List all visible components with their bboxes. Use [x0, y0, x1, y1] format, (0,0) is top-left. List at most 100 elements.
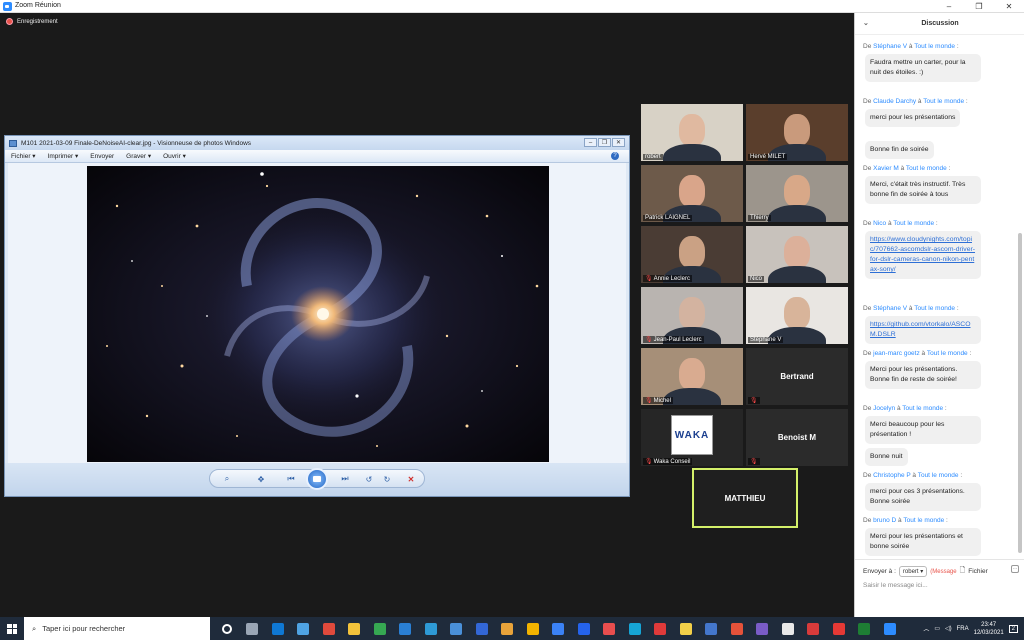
taskbar-app-icon[interactable] — [648, 617, 674, 640]
chat-recipient[interactable]: Tout le monde — [927, 350, 968, 357]
delete-icon[interactable]: ✕ — [404, 473, 418, 485]
language-indicator[interactable]: FRA — [957, 626, 969, 632]
taskbar-search[interactable]: ⌕ Taper ici pour rechercher — [24, 617, 210, 640]
chat-sender[interactable]: Jocelyn — [873, 405, 895, 412]
participant-tile[interactable]: Stéphane V — [746, 287, 848, 344]
taskbar-app-icon[interactable] — [546, 617, 572, 640]
taskbar-app-icon[interactable] — [699, 617, 725, 640]
recording-indicator[interactable]: Enregistrement — [6, 18, 58, 25]
rotate-left-icon[interactable]: ↺ — [362, 473, 376, 485]
taskbar-app-icon[interactable] — [291, 617, 317, 640]
taskbar-app-icon[interactable] — [877, 617, 903, 640]
chat-recipient[interactable]: Tout le monde — [902, 405, 943, 412]
participant-tile[interactable]: Nico — [746, 226, 848, 283]
viewer-minimize-button[interactable]: – — [584, 138, 597, 147]
taskbar-app-icon[interactable] — [342, 617, 368, 640]
chat-link[interactable]: https://www.cloudynights.com/topic/70766… — [870, 236, 975, 273]
network-icon[interactable]: ▭ — [934, 625, 940, 632]
chat-recipient[interactable]: Tout le monde — [914, 305, 955, 312]
participant-tile[interactable]: MATTHIEU — [692, 468, 798, 528]
start-button[interactable] — [0, 617, 24, 640]
taskbar-app-icon[interactable] — [775, 617, 801, 640]
recipient-select[interactable]: robert ▾ — [898, 566, 928, 577]
next-icon[interactable]: ⏭ — [338, 473, 352, 485]
menu-envoyer[interactable]: Envoyer — [90, 153, 114, 160]
participant-display-name: MATTHIEU — [724, 493, 766, 503]
fit-window-icon[interactable]: ✥ — [254, 473, 268, 485]
chat-sender[interactable]: Christophe P — [873, 472, 910, 479]
maximize-button[interactable]: ❐ — [964, 0, 994, 13]
participant-tile[interactable]: Patrick LAIGNEL — [641, 165, 743, 222]
chat-link[interactable]: https://github.com/vtorkalo/ASCOM.DSLR — [870, 321, 971, 338]
participant-tile[interactable]: Hervé MILET — [746, 104, 848, 161]
taskbar-app-icon[interactable] — [316, 617, 342, 640]
taskbar-app-icon[interactable] — [724, 617, 750, 640]
chat-recipient[interactable]: Tout le monde — [893, 220, 934, 227]
taskbar-app-icon[interactable] — [597, 617, 623, 640]
participant-tile[interactable]: robert — [641, 104, 743, 161]
taskbar-app-icon[interactable] — [444, 617, 470, 640]
chat-scrollbar[interactable] — [1018, 233, 1022, 553]
chat-sender[interactable]: bruno D — [873, 517, 896, 524]
taskbar-app-icon[interactable] — [826, 617, 852, 640]
viewer-close-button[interactable]: ✕ — [612, 138, 625, 147]
taskbar-app-icon[interactable] — [469, 617, 495, 640]
file-icon[interactable]: 🗋 — [960, 566, 966, 577]
participant-tile[interactable]: Bertrand 🎙 — [746, 348, 848, 405]
rotate-right-icon[interactable]: ↻ — [380, 473, 394, 485]
taskbar-app-icon[interactable] — [673, 617, 699, 640]
taskbar-app-icon[interactable] — [265, 617, 291, 640]
chat-recipient[interactable]: Tout le monde — [906, 165, 947, 172]
taskbar-app-icon[interactable] — [240, 617, 266, 640]
chat-input[interactable]: Saisir le message ici... — [863, 582, 928, 589]
chat-sender[interactable]: Stéphane V — [873, 43, 907, 50]
taskbar-app-icon[interactable] — [393, 617, 419, 640]
menu-graver[interactable]: Graver ▾ — [126, 152, 151, 160]
menu-fichier[interactable]: Fichier ▾ — [11, 152, 36, 160]
menu-ouvrir[interactable]: Ouvrir ▾ — [163, 152, 186, 160]
chat-header-text: De — [863, 165, 874, 172]
chat-sender[interactable]: Claude Darchy — [873, 98, 916, 105]
participant-tile[interactable]: 🎙 Michel — [641, 348, 743, 405]
notification-icon[interactable]: 2 — [1008, 624, 1018, 633]
previous-icon[interactable]: ⏮ — [284, 473, 298, 485]
taskbar-app-icon[interactable] — [495, 617, 521, 640]
viewer-maximize-button[interactable]: ❐ — [598, 138, 611, 147]
tray-chevron-icon[interactable]: ︿ — [923, 624, 929, 633]
menu-imprimer[interactable]: Imprimer ▾ — [48, 152, 79, 160]
more-options-icon[interactable]: ⋯ — [1011, 565, 1019, 573]
clock[interactable]: 23:47 12/03/2021 — [974, 621, 1004, 637]
chat-sender[interactable]: Stéphane V — [873, 305, 907, 312]
chevron-down-icon[interactable]: ⌄ — [863, 19, 869, 27]
participant-tile[interactable]: 🎙 Annie Leclerc — [641, 226, 743, 283]
taskbar-app-icon[interactable] — [852, 617, 878, 640]
taskbar-app-icon[interactable] — [622, 617, 648, 640]
chat-recipient[interactable]: Tout le monde — [903, 517, 944, 524]
minimize-button[interactable]: – — [934, 0, 964, 13]
chat-recipient[interactable]: Tout le monde — [923, 98, 964, 105]
chat-recipient[interactable]: Tout le monde — [914, 43, 955, 50]
taskbar-app-icon[interactable] — [418, 617, 444, 640]
chat-header-text: à — [919, 350, 927, 357]
slideshow-button[interactable] — [306, 468, 328, 490]
taskbar-app-icon[interactable] — [214, 617, 240, 640]
taskbar-app-icon[interactable] — [571, 617, 597, 640]
close-button[interactable]: ✕ — [994, 0, 1024, 13]
taskbar-app-icon[interactable] — [750, 617, 776, 640]
chat-sender[interactable]: Nico — [873, 220, 886, 227]
volume-icon[interactable]: ◁) — [945, 625, 952, 632]
participant-tile[interactable]: WAKA 🎙 Waka Conseil — [641, 409, 743, 466]
taskbar-app-icon[interactable] — [367, 617, 393, 640]
help-icon[interactable]: ? — [611, 152, 619, 160]
taskbar-app-icon[interactable] — [520, 617, 546, 640]
zoom-icon[interactable]: ⌕ — [220, 473, 234, 485]
participant-tile[interactable]: Benoist M 🎙 — [746, 409, 848, 466]
chat-sender[interactable]: jean-marc goetz — [873, 350, 920, 357]
taskbar-app-icon[interactable] — [801, 617, 827, 640]
participant-face — [679, 236, 705, 268]
chat-recipient[interactable]: Tout le monde — [918, 472, 959, 479]
participant-tile[interactable]: Thierry — [746, 165, 848, 222]
chat-sender[interactable]: Xavier M — [873, 165, 899, 172]
participant-tile[interactable]: 🎙 Jean-Paul Leclerc — [641, 287, 743, 344]
file-button[interactable]: Fichier — [968, 568, 988, 575]
